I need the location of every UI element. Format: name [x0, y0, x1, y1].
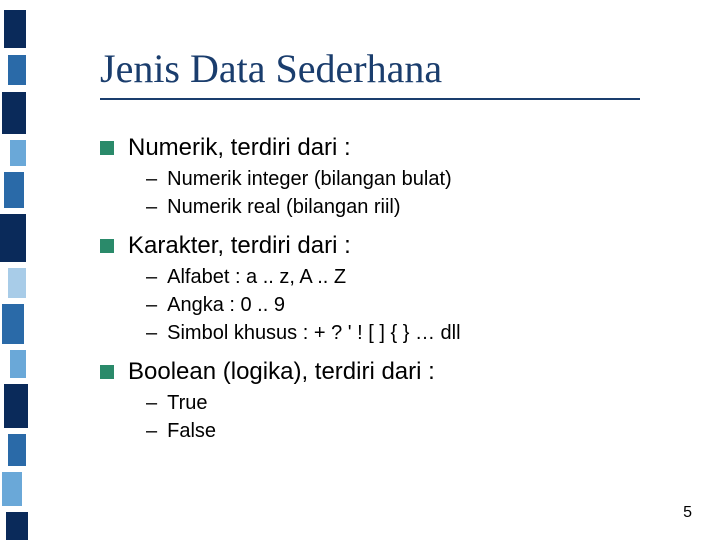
title-underline: [100, 98, 640, 100]
sub-item: – True: [146, 390, 680, 416]
sub-label: Alfabet : a .. z, A .. Z: [167, 264, 346, 290]
sub-item: – Angka : 0 .. 9: [146, 292, 680, 318]
sub-label: Numerik real (bilangan riil): [167, 194, 400, 220]
dash-icon: –: [146, 418, 157, 444]
dash-icon: –: [146, 390, 157, 416]
slide-title: Jenis Data Sederhana: [100, 45, 680, 92]
slide-content: Jenis Data Sederhana Numerik, terdiri da…: [100, 45, 680, 456]
bullet-item: Boolean (logika), terdiri dari :: [100, 358, 680, 386]
bullet-label: Numerik, terdiri dari :: [128, 134, 351, 162]
bullet-label: Boolean (logika), terdiri dari :: [128, 358, 435, 386]
square-bullet-icon: [100, 365, 114, 379]
dash-icon: –: [146, 166, 157, 192]
sub-label: False: [167, 418, 216, 444]
sub-label: Angka : 0 .. 9: [167, 292, 285, 318]
bullet-item: Numerik, terdiri dari :: [100, 134, 680, 162]
sub-item: – Simbol khusus : + ? ' ! [ ] { } … dll: [146, 320, 680, 346]
dash-icon: –: [146, 264, 157, 290]
sub-item: – False: [146, 418, 680, 444]
sub-item: – Numerik integer (bilangan bulat): [146, 166, 680, 192]
page-number: 5: [683, 504, 692, 522]
sub-item: – Numerik real (bilangan riil): [146, 194, 680, 220]
square-bullet-icon: [100, 141, 114, 155]
sub-list: – True – False: [146, 390, 680, 444]
sub-label: Simbol khusus : + ? ' ! [ ] { } … dll: [167, 320, 460, 346]
sub-label: True: [167, 390, 207, 416]
square-bullet-icon: [100, 239, 114, 253]
bullet-item: Karakter, terdiri dari :: [100, 232, 680, 260]
dash-icon: –: [146, 292, 157, 318]
bullet-label: Karakter, terdiri dari :: [128, 232, 351, 260]
sub-item: – Alfabet : a .. z, A .. Z: [146, 264, 680, 290]
sub-list: – Alfabet : a .. z, A .. Z – Angka : 0 .…: [146, 264, 680, 346]
sub-list: – Numerik integer (bilangan bulat) – Num…: [146, 166, 680, 220]
dash-icon: –: [146, 194, 157, 220]
dash-icon: –: [146, 320, 157, 346]
side-decoration: [0, 0, 34, 540]
sub-label: Numerik integer (bilangan bulat): [167, 166, 452, 192]
